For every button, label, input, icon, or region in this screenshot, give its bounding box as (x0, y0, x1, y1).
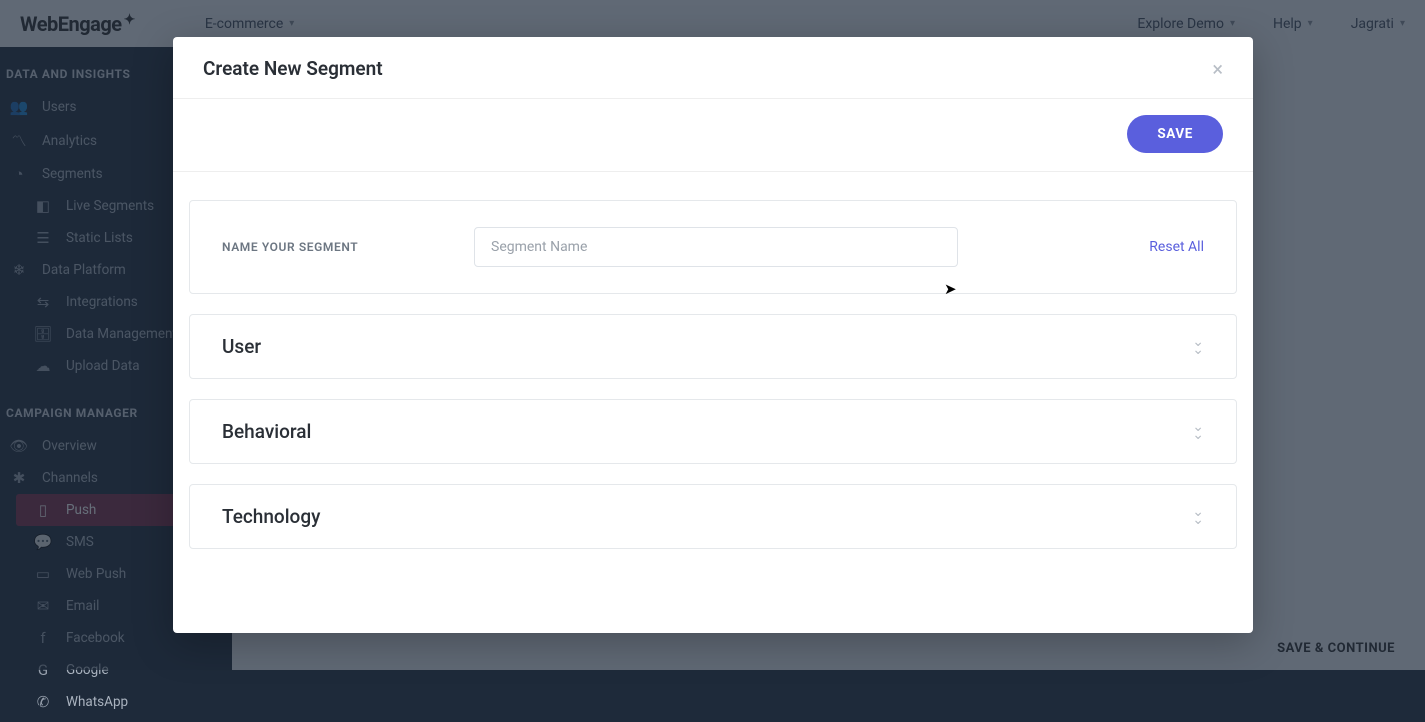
section-title: Behavioral (222, 420, 311, 443)
modal-title: Create New Segment (203, 57, 383, 80)
section-title: User (222, 335, 261, 358)
section-technology[interactable]: Technology ⌄⌄ (189, 484, 1237, 549)
segment-name-input[interactable] (474, 227, 958, 267)
save-button[interactable]: SAVE (1127, 115, 1223, 153)
chevron-double-down-icon: ⌄⌄ (1192, 509, 1204, 524)
section-behavioral[interactable]: Behavioral ⌄⌄ (189, 399, 1237, 464)
whatsapp-icon: ✆ (34, 693, 52, 711)
chevron-double-down-icon: ⌄⌄ (1192, 424, 1204, 439)
reset-all-link[interactable]: Reset All (1149, 239, 1204, 255)
segment-name-label: NAME YOUR SEGMENT (222, 240, 474, 254)
section-user[interactable]: User ⌄⌄ (189, 314, 1237, 379)
chevron-double-down-icon: ⌄⌄ (1192, 339, 1204, 354)
section-title: Technology (222, 505, 320, 528)
create-segment-modal: Create New Segment × SAVE NAME YOUR SEGM… (173, 37, 1253, 633)
sidebar-item-whatsapp[interactable]: ✆WhatsApp (4, 686, 232, 718)
close-icon[interactable]: × (1212, 59, 1223, 79)
